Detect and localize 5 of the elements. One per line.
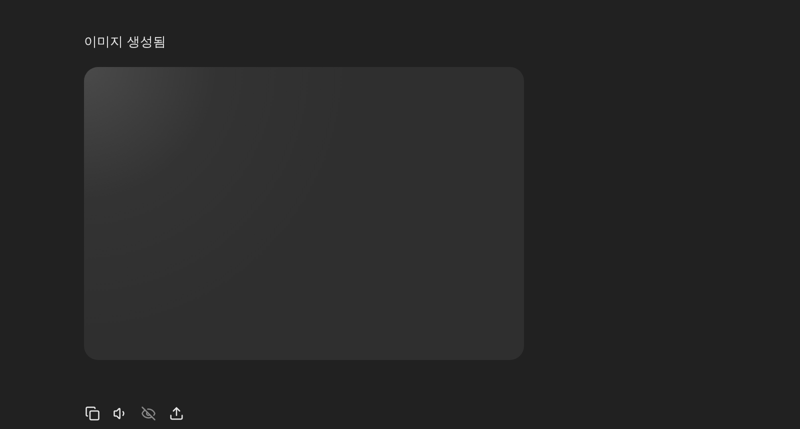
speaker-icon (112, 406, 128, 420)
copy-icon (84, 406, 100, 420)
upload-icon (168, 406, 184, 420)
eye-off-icon (140, 406, 156, 420)
status-title: 이미지 생성됨 (84, 34, 168, 52)
